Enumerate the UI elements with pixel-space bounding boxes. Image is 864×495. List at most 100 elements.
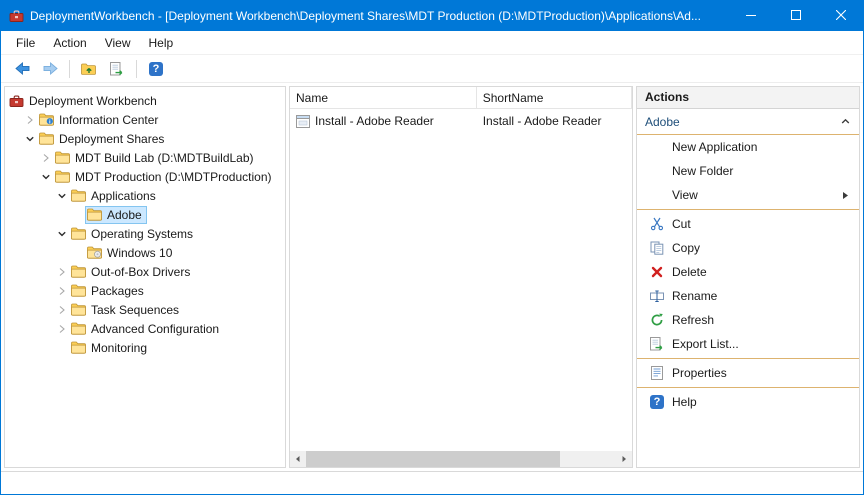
tree-node[interactable]: Windows 10 bbox=[85, 244, 177, 262]
menu-file[interactable]: File bbox=[7, 32, 44, 54]
menu-action[interactable]: Action bbox=[44, 32, 95, 54]
list-item-label: Install - Adobe Reader bbox=[315, 114, 434, 128]
list-item-shortname-label: Install - Adobe Reader bbox=[483, 114, 602, 128]
folder-icon bbox=[71, 189, 87, 202]
list-item-install-adobe-reader[interactable]: Install - Adobe Reader Install - Adobe Re… bbox=[290, 111, 632, 131]
minimize-button[interactable] bbox=[728, 1, 773, 31]
back-button[interactable] bbox=[9, 57, 35, 81]
action-refresh[interactable]: Refresh bbox=[637, 308, 859, 332]
tree-item-out-of-box-drivers[interactable]: Out-of-Box Drivers bbox=[5, 262, 285, 281]
maximize-button[interactable] bbox=[773, 1, 818, 31]
collapse-group-icon[interactable] bbox=[840, 116, 851, 127]
action-cut[interactable]: Cut bbox=[637, 212, 859, 236]
chevron-collapsed-icon[interactable] bbox=[55, 322, 69, 336]
export-list-button[interactable] bbox=[104, 57, 130, 81]
tree-item-applications[interactable]: Applications bbox=[5, 186, 285, 205]
tree-item-monitoring[interactable]: Monitoring bbox=[5, 338, 285, 357]
scrollbar-thumb[interactable] bbox=[306, 451, 560, 467]
chevron-expanded-icon[interactable] bbox=[39, 170, 53, 184]
chevron-collapsed-icon[interactable] bbox=[55, 265, 69, 279]
action-item-label: View bbox=[672, 188, 698, 202]
tree-item-information-center[interactable]: iInformation Center bbox=[5, 110, 285, 129]
tree-item-deployment-workbench[interactable]: Deployment Workbench bbox=[5, 91, 285, 110]
close-button[interactable] bbox=[818, 1, 863, 31]
action-item-label: Rename bbox=[672, 289, 717, 303]
actions-group-adobe[interactable]: Adobe bbox=[637, 109, 859, 135]
tree-node[interactable]: Task Sequences bbox=[69, 301, 184, 319]
maximize-icon bbox=[791, 9, 801, 23]
column-header-name[interactable]: Name bbox=[290, 87, 477, 108]
tree-item-operating-systems[interactable]: Operating Systems bbox=[5, 224, 285, 243]
folder-icon bbox=[71, 322, 87, 335]
action-export-list[interactable]: Export List... bbox=[637, 332, 859, 356]
tree-node[interactable]: Deployment Shares bbox=[37, 130, 169, 148]
scroll-left-icon bbox=[294, 452, 302, 466]
menu-view[interactable]: View bbox=[96, 32, 140, 54]
chevron-expanded-icon[interactable] bbox=[55, 189, 69, 203]
chevron-collapsed-icon[interactable] bbox=[55, 284, 69, 298]
action-delete[interactable]: Delete bbox=[637, 260, 859, 284]
tree-item-deployment-shares[interactable]: Deployment Shares bbox=[5, 129, 285, 148]
forward-icon bbox=[42, 62, 59, 75]
tree-node[interactable]: Packages bbox=[69, 282, 149, 300]
chevron-expanded-icon[interactable] bbox=[55, 227, 69, 241]
action-help[interactable]: ?Help bbox=[637, 390, 859, 414]
chevron-collapsed-icon[interactable] bbox=[39, 151, 53, 165]
scroll-right-button[interactable] bbox=[616, 451, 632, 467]
window-title: DeploymentWorkbench - [Deployment Workbe… bbox=[30, 9, 722, 23]
folder-icon bbox=[71, 284, 87, 297]
chevron-expanded-icon[interactable] bbox=[23, 132, 37, 146]
menu-help[interactable]: Help bbox=[140, 32, 183, 54]
expander-spacer bbox=[55, 341, 69, 355]
list-body: Install - Adobe Reader Install - Adobe Re… bbox=[290, 109, 632, 451]
tree-node[interactable]: Deployment Workbench bbox=[7, 92, 162, 110]
chevron-collapsed-icon[interactable] bbox=[23, 113, 37, 127]
tree-item-mdt-build-lab-d-mdtbuildlab[interactable]: MDT Build Lab (D:\MDTBuildLab) bbox=[5, 148, 285, 167]
tree-node[interactable]: Adobe bbox=[85, 206, 147, 224]
folder-icon bbox=[39, 132, 55, 145]
title-bar[interactable]: DeploymentWorkbench - [Deployment Workbe… bbox=[1, 1, 863, 31]
tree-node[interactable]: MDT Production (D:\MDTProduction) bbox=[53, 168, 277, 186]
toolbar: ? bbox=[1, 55, 863, 83]
app-icon bbox=[9, 9, 24, 23]
action-view[interactable]: View bbox=[637, 183, 859, 207]
tree-item-advanced-configuration[interactable]: Advanced Configuration bbox=[5, 319, 285, 338]
scroll-left-button[interactable] bbox=[290, 451, 306, 467]
chevron-collapsed-icon[interactable] bbox=[55, 303, 69, 317]
tree-node[interactable]: Out-of-Box Drivers bbox=[69, 263, 195, 281]
close-icon bbox=[836, 9, 846, 23]
help-button[interactable]: ? bbox=[143, 57, 169, 81]
action-new-folder[interactable]: New Folder bbox=[637, 159, 859, 183]
action-new-application[interactable]: New Application bbox=[637, 135, 859, 159]
action-item-label: Refresh bbox=[672, 313, 714, 327]
horizontal-scrollbar[interactable] bbox=[290, 451, 632, 467]
action-properties[interactable]: Properties bbox=[637, 361, 859, 385]
folder-os-icon bbox=[87, 246, 103, 259]
actions-group-label: Adobe bbox=[645, 115, 680, 129]
tree-item-windows-10[interactable]: Windows 10 bbox=[5, 243, 285, 262]
folder-icon bbox=[55, 170, 71, 183]
tree-item-task-sequences[interactable]: Task Sequences bbox=[5, 300, 285, 319]
tree-node[interactable]: Applications bbox=[69, 187, 161, 205]
forward-button[interactable] bbox=[37, 57, 63, 81]
up-one-level-button[interactable] bbox=[76, 57, 102, 81]
scrollbar-track[interactable] bbox=[306, 451, 616, 467]
actions-separator bbox=[637, 358, 859, 359]
expander-spacer bbox=[71, 246, 85, 260]
tree-item-adobe[interactable]: Adobe bbox=[5, 205, 285, 224]
toolbar-separator bbox=[69, 60, 70, 78]
tree-node[interactable]: Monitoring bbox=[69, 339, 152, 357]
tree-node[interactable]: MDT Build Lab (D:\MDTBuildLab) bbox=[53, 149, 259, 167]
action-copy[interactable]: Copy bbox=[637, 236, 859, 260]
list-column-headers: NameShortName bbox=[290, 87, 632, 109]
tree-node[interactable]: Operating Systems bbox=[69, 225, 198, 243]
folder-icon bbox=[87, 208, 103, 221]
tree-node[interactable]: Advanced Configuration bbox=[69, 320, 224, 338]
column-header-shortname[interactable]: ShortName bbox=[477, 87, 632, 108]
tree-item-mdt-production-d-mdtproduction[interactable]: MDT Production (D:\MDTProduction) bbox=[5, 167, 285, 186]
action-rename[interactable]: Rename bbox=[637, 284, 859, 308]
tree-node[interactable]: iInformation Center bbox=[37, 111, 163, 129]
refresh-icon bbox=[649, 312, 665, 328]
tree-item-packages[interactable]: Packages bbox=[5, 281, 285, 300]
action-icon-spacer bbox=[649, 163, 665, 179]
